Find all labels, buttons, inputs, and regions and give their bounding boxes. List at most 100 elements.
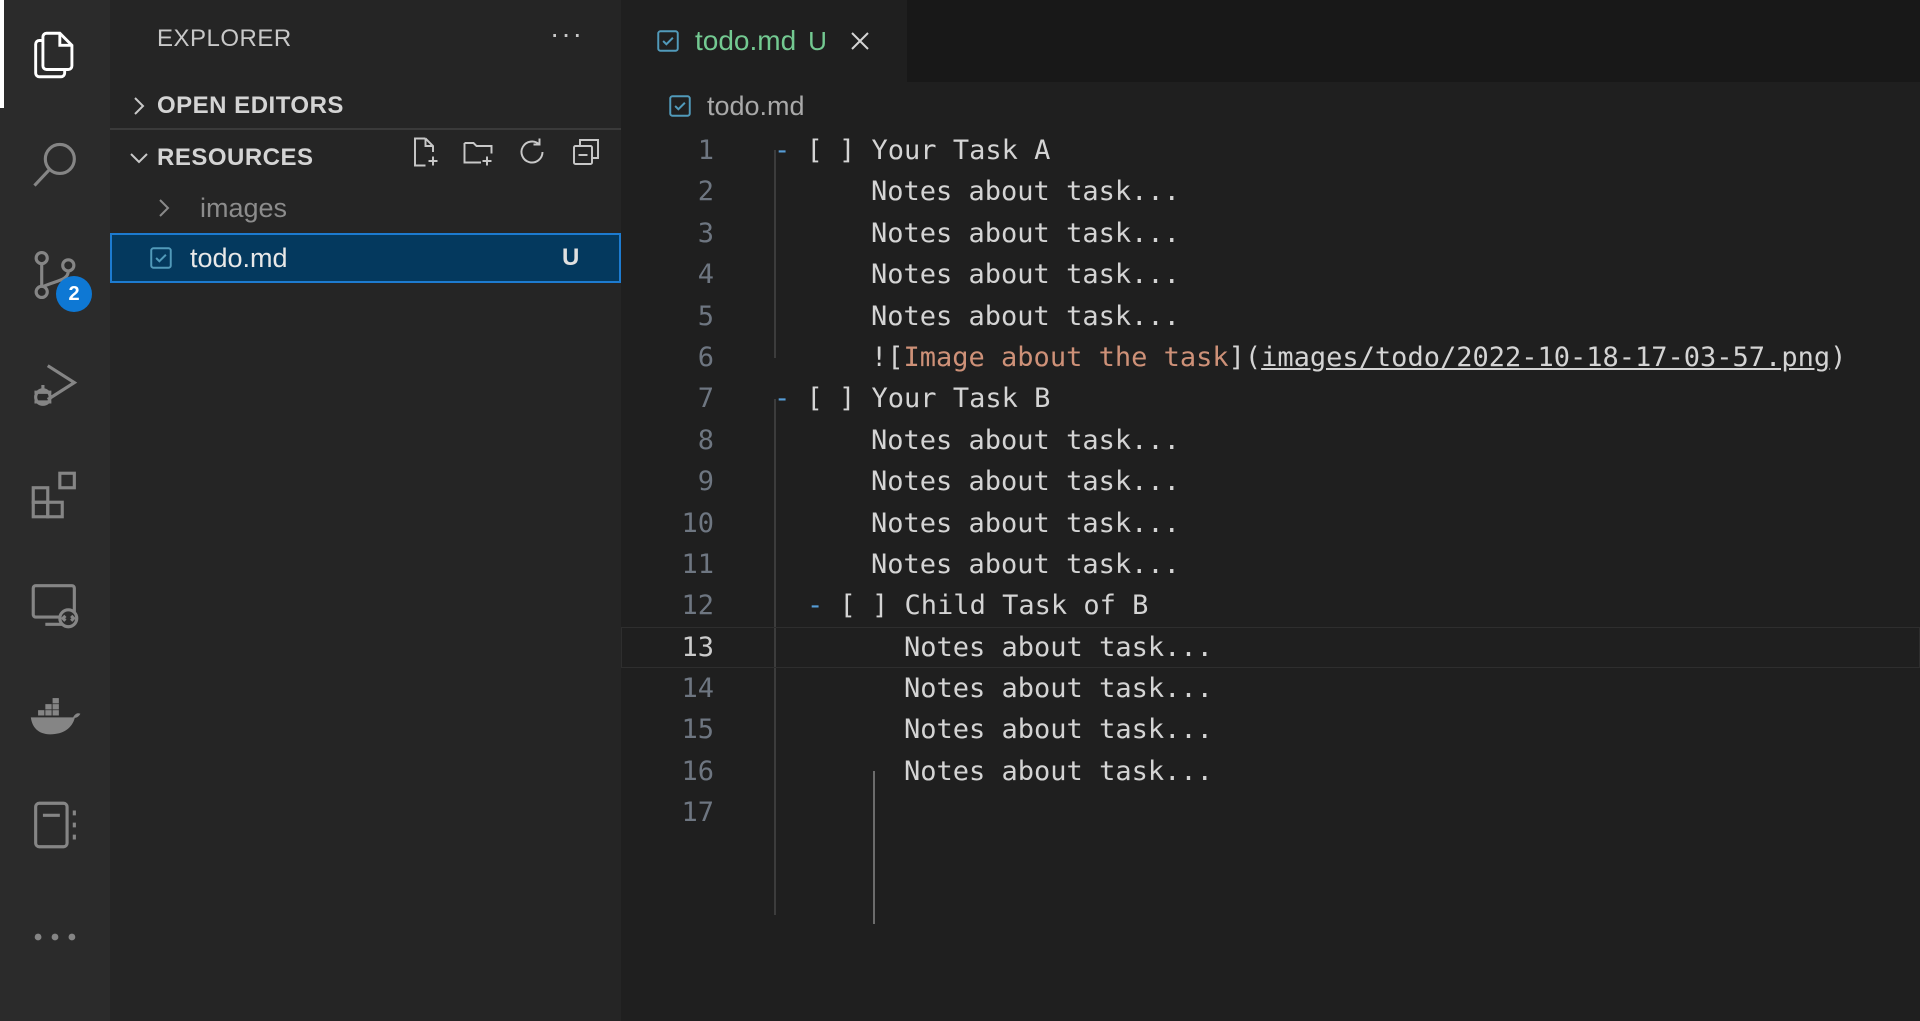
chevron-down-icon [124,148,154,168]
image-alt-text: Image about the task [903,341,1229,373]
section-divider [110,128,621,130]
markdown-checkbox-icon [148,245,174,271]
chevron-right-icon [154,196,178,220]
explorer-sidebar: EXPLORER ··· OPEN EDITORS RESOURCES imag… [110,0,621,1021]
tree-item-todo-md[interactable]: todo.md U [110,233,621,283]
extensions-icon[interactable] [0,440,110,550]
line-text: Notes about task... [871,259,1180,291]
open-editors-label: OPEN EDITORS [157,92,344,119]
new-folder-icon[interactable] [460,134,496,170]
chevron-right-icon [124,94,154,118]
line-number: 16 [681,755,714,787]
line-text: Notes about task... [871,466,1180,498]
line-text: Notes about task... [871,424,1180,456]
code-editor[interactable]: 1 - [ ] Your Task A 2 Notes about task..… [621,130,1920,924]
section-actions [406,134,604,170]
line-number: 11 [681,548,714,580]
code-line: 1 - [ ] Your Task A [621,130,1920,171]
markdown-checkbox-icon [667,93,693,119]
code-line: 14 Notes about task... [621,668,1920,709]
search-icon[interactable] [0,110,110,220]
list-marker: - [774,135,791,166]
image-syntax-close: ) [1830,341,1847,373]
line-number: 8 [697,424,714,456]
run-debug-icon[interactable] [0,330,110,440]
code-line: 15 Notes about task... [621,709,1920,750]
more-icon[interactable] [0,882,110,992]
line-number: 6 [697,341,714,373]
code-line: 5 Notes about task... [621,296,1920,337]
code-line: 4 Notes about task... [621,254,1920,295]
refresh-icon[interactable] [514,134,550,170]
line-text: Notes about task... [871,548,1180,580]
close-icon[interactable] [849,30,871,52]
line-number: 7 [697,383,714,415]
source-control-icon[interactable] [0,220,110,330]
code-line: 7 - [ ] Your Task B [621,378,1920,419]
open-editors-section[interactable]: OPEN EDITORS [110,82,621,130]
notebook-icon[interactable] [0,770,110,880]
breadcrumb-file: todo.md [707,90,805,121]
untracked-badge: U [562,244,580,271]
task-text: [ ] Your Task A [790,135,1051,166]
line-text: Notes about task... [871,300,1180,332]
task-text: [ ] Child Task of B [823,590,1149,622]
source-control-badge: 2 [56,276,92,312]
docker-icon[interactable] [0,660,110,770]
code-line: 9 Notes about task... [621,461,1920,502]
sidebar-title: EXPLORER [157,25,292,52]
line-text: Notes about task... [871,217,1180,249]
line-number: 9 [697,466,714,498]
line-number: 12 [681,590,714,622]
tab-bar: todo.md U [621,0,1920,82]
line-number: 13 [681,631,714,663]
line-text: Notes about task... [904,755,1213,787]
line-text: Notes about task... [904,631,1213,663]
line-number: 1 [697,135,714,166]
code-line: 16 Notes about task... [621,751,1920,792]
breadcrumb[interactable]: todo.md [667,86,805,126]
line-text: - [ ] Child Task of B [807,585,1148,626]
line-text: - [ ] Your Task B [774,378,1050,419]
line-text: Notes about task... [904,714,1213,746]
markdown-checkbox-icon [655,28,681,54]
line-text: Notes about task... [904,673,1213,705]
collapse-all-icon[interactable] [568,134,604,170]
line-number: 15 [681,714,714,746]
tab-untracked-badge: U [808,25,827,56]
line-text: Notes about task... [871,176,1180,208]
file-name: todo.md [190,242,288,273]
line-number: 3 [697,217,714,249]
files-icon[interactable] [0,0,110,110]
tree-item-images[interactable]: images [110,183,621,233]
line-number: 5 [697,300,714,332]
code-line: 12 - [ ] Child Task of B [621,585,1920,626]
image-syntax-open: ![ [871,341,904,373]
code-line: 17 [621,792,1920,833]
new-file-icon[interactable] [406,134,442,170]
activity-bar: 2 [0,0,110,1021]
code-line: 6 ![Image about the task](images/todo/20… [621,337,1920,378]
folder-name: images [200,192,288,223]
image-link[interactable]: images/todo/2022-10-18-17-03-57.png [1261,342,1830,373]
more-actions-button[interactable]: ··· [550,18,584,50]
list-marker: - [774,383,791,415]
tab-label: todo.md [695,25,797,56]
code-line: 11 Notes about task... [621,544,1920,585]
resources-label: RESOURCES [157,144,314,171]
task-text: [ ] Your Task B [790,383,1051,415]
line-number: 2 [697,176,714,208]
line-text: - [ ] Your Task A [774,130,1050,171]
line-number: 4 [697,259,714,291]
line-number: 14 [681,673,714,705]
code-line: 2 Notes about task... [621,171,1920,212]
line-number: 17 [681,797,714,829]
line-text: Notes about task... [871,507,1180,539]
code-line: 10 Notes about task... [621,503,1920,544]
remote-explorer-icon[interactable] [0,550,110,660]
code-line: 3 Notes about task... [621,213,1920,254]
image-syntax-mid: ]( [1228,341,1262,373]
line-number: 10 [681,507,714,539]
code-line-current: 13 Notes about task... [621,626,1920,669]
tab-todo-md[interactable]: todo.md U [621,0,907,82]
